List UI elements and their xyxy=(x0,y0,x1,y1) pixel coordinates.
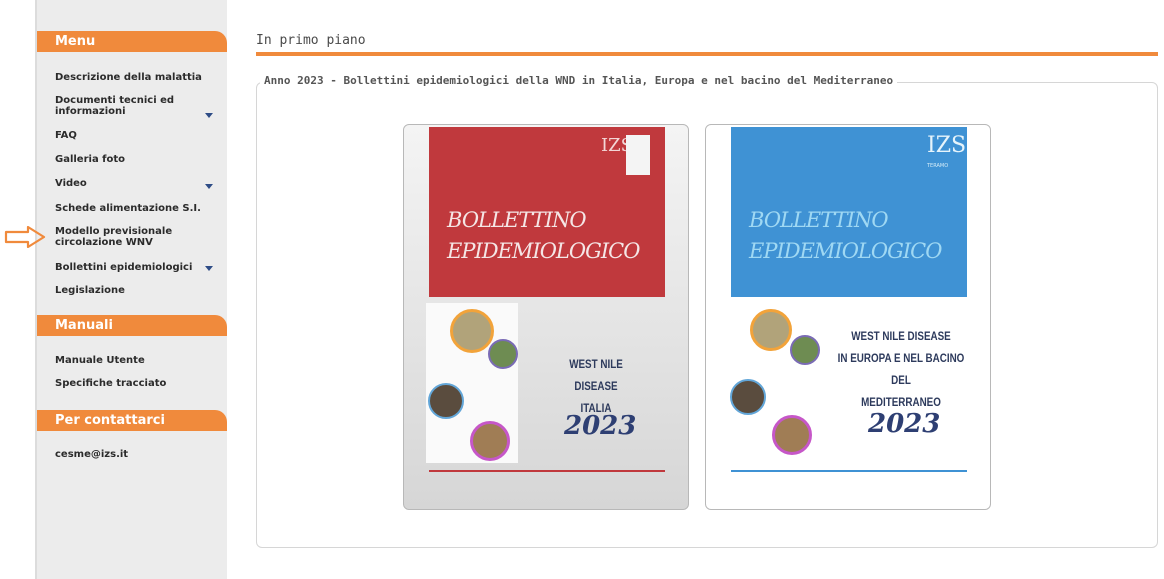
menu-item-galleria[interactable]: Galleria foto xyxy=(55,154,220,165)
chevron-down-icon[interactable] xyxy=(205,184,213,189)
manuals-header: Manuali xyxy=(37,315,227,336)
cover-header: IZS BOLLETTINO EPIDEMIOLOGICO xyxy=(429,127,665,297)
bulletin-card-europa[interactable]: IZS TERAMO BOLLETTINO EPIDEMIOLOGICO WES… xyxy=(705,124,991,510)
cover-header: IZS TERAMO BOLLETTINO EPIDEMIOLOGICO xyxy=(731,127,967,297)
cover-year: 2023 xyxy=(868,409,941,439)
izs-logo-subtitle: TERAMO xyxy=(927,163,949,169)
fieldset-legend: Anno 2023 - Bollettini epidemiologici de… xyxy=(260,74,898,87)
title-divider xyxy=(256,52,1158,56)
menu-item-specifiche[interactable]: Specifiche tracciato xyxy=(55,378,220,389)
chevron-down-icon[interactable] xyxy=(205,113,213,118)
cover-subtitle: WEST NILE DISEASE ITALIA xyxy=(569,357,623,415)
menu-header: Menu xyxy=(37,31,227,52)
menu-item-video[interactable]: Video xyxy=(55,178,220,189)
cover-title: BOLLETTINO EPIDEMIOLOGICO xyxy=(447,208,640,263)
contact-header: Per contattarci xyxy=(37,410,227,431)
cover-image-collage xyxy=(426,303,518,463)
menu-item-schede[interactable]: Schede alimentazione S.I. xyxy=(55,203,220,214)
menu-item-descrizione[interactable]: Descrizione della malattia xyxy=(55,72,220,83)
chevron-down-icon[interactable] xyxy=(205,266,213,271)
seal-icon xyxy=(626,135,650,175)
cover-title: BOLLETTINO EPIDEMIOLOGICO xyxy=(749,208,942,263)
izs-logo: IZS xyxy=(927,133,967,158)
page-title: In primo piano xyxy=(256,33,366,48)
cover-underline xyxy=(429,470,665,472)
cover-subtitle: WEST NILE DISEASE IN EUROPA E NEL BACINO… xyxy=(837,329,965,409)
menu-item-documenti[interactable]: Documenti tecnici ed informazioni xyxy=(55,95,175,117)
menu-item-faq[interactable]: FAQ xyxy=(55,130,220,141)
menu-item-legislazione[interactable]: Legislazione xyxy=(55,285,220,296)
menu-item-manuale-utente[interactable]: Manuale Utente xyxy=(55,355,220,366)
cover-image-collage xyxy=(728,303,820,463)
menu-item-modello[interactable]: Modello previsionale circolazione WNV xyxy=(55,226,195,248)
cover-year: 2023 xyxy=(564,411,637,441)
menu-item-bollettini[interactable]: Bollettini epidemiologici xyxy=(55,262,195,273)
bulletin-card-italia[interactable]: IZS BOLLETTINO EPIDEMIOLOGICO WEST NILE … xyxy=(403,124,689,510)
arrow-right-icon xyxy=(4,226,46,248)
cover-underline xyxy=(731,470,967,472)
contact-email-link[interactable]: cesme@izs.it xyxy=(55,449,220,460)
